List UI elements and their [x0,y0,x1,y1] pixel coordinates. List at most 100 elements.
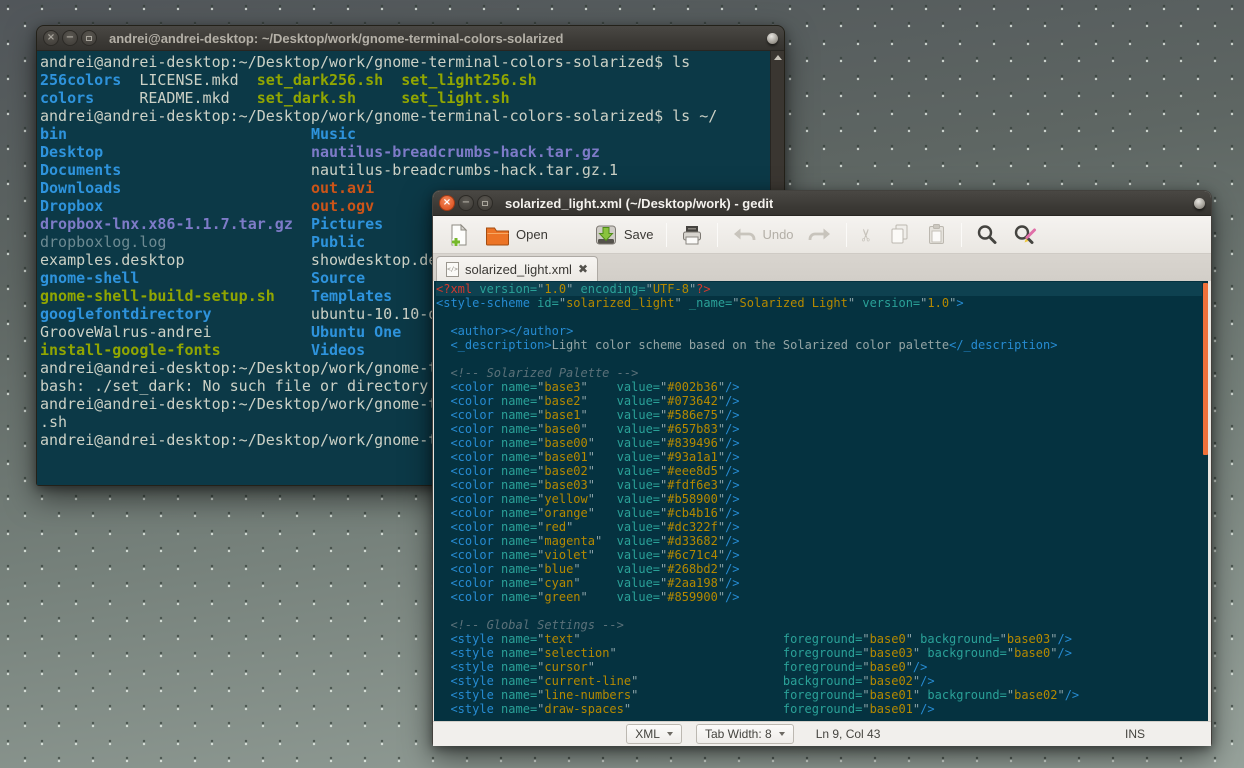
copy-icon [888,223,911,246]
code-line: <color name="red" value="#dc322f"/> [436,520,1208,534]
new-document-button[interactable] [441,219,477,251]
document-icon: </> [446,262,459,277]
save-button-label: Save [624,227,654,242]
titlebar-orb-icon [767,33,778,44]
code-line: <color name="green" value="#859900"/> [436,590,1208,604]
tab-width-selector[interactable]: Tab Width: 8 [696,724,794,744]
maximize-button[interactable] [477,195,493,211]
language-label: XML [635,727,660,741]
terminal-line: 256colors LICENSE.mkd set_dark256.sh set… [40,71,768,89]
code-line: <color name="yellow" value="#b58900"/> [436,492,1208,506]
find-button[interactable] [969,219,1004,250]
save-icon [594,223,618,247]
window-title: andrei@andrei-desktop: ~/Desktop/work/gn… [109,31,563,46]
save-button[interactable]: Save [588,219,660,251]
search-icon [975,223,998,246]
code-content: <?xml version="1.0" encoding="UTF-8"?><s… [436,282,1208,716]
code-line: <style-scheme id="solarized_light" _name… [436,296,1208,310]
window-title: solarized_light.xml (~/Desktop/work) - g… [505,196,773,211]
print-icon [680,223,704,247]
chevron-down-icon [667,732,673,736]
toolbar-separator [717,223,718,247]
paste-button[interactable] [919,219,954,250]
code-line: <color name="base1" value="#586e75"/> [436,408,1208,422]
terminal-line: andrei@andrei-desktop:~/Desktop/work/gno… [40,53,768,71]
scroll-up-icon[interactable] [774,55,782,60]
cut-button[interactable]: ✂ [854,221,880,249]
code-line: <color name="base03" value="#fdf6e3"/> [436,478,1208,492]
code-line: <style name="current-line" background="b… [436,674,1208,688]
open-button-label: Open [516,227,548,242]
code-line [436,310,1208,324]
maximize-button[interactable] [81,30,97,46]
code-line: <color name="base0" value="#657b83"/> [436,422,1208,436]
terminal-titlebar[interactable]: × − andrei@andrei-desktop: ~/Desktop/wor… [37,26,784,51]
redo-button[interactable] [802,221,839,248]
toolbar-separator [846,223,847,247]
code-line: <style name="draw-spaces" foreground="ba… [436,702,1208,716]
code-line [436,604,1208,618]
open-folder-icon [485,224,510,246]
terminal-line: Desktop nautilus-breadcrumbs-hack.tar.gz [40,143,768,161]
code-line: <color name="blue" value="#268bd2"/> [436,562,1208,576]
terminal-line: andrei@andrei-desktop:~/Desktop/work/gno… [40,107,768,125]
status-bar: XML Tab Width: 8 Ln 9, Col 43 INS [433,721,1211,746]
code-line: <style name="text" foreground="base0" ba… [436,632,1208,646]
desktop-wallpaper: × − andrei@andrei-desktop: ~/Desktop/wor… [0,0,1244,768]
code-line: <style name="line-numbers" foreground="b… [436,688,1208,702]
redo-icon [808,225,833,244]
code-line: <!-- Global Settings --> [436,618,1208,632]
code-line: <color name="violet" value="#6c71c4"/> [436,548,1208,562]
code-line: <_description>Light color scheme based o… [436,338,1208,352]
code-line [436,352,1208,366]
tab-close-icon[interactable]: ✖ [578,262,588,276]
new-document-icon [447,223,471,247]
chevron-down-icon [779,732,785,736]
find-replace-icon [1012,223,1037,246]
toolbar: Open Save [433,216,1211,254]
tab-bar: </> solarized_light.xml ✖ [433,254,1211,281]
open-dropdown-button[interactable] [556,231,576,239]
code-line: <style name="selection" foreground="base… [436,646,1208,660]
gedit-window: × − solarized_light.xml (~/Desktop/work)… [432,190,1212,746]
tab-label: solarized_light.xml [465,262,572,277]
replace-button[interactable] [1006,219,1043,250]
toolbar-separator [666,223,667,247]
code-line: <color name="base2" value="#073642"/> [436,394,1208,408]
code-line: <author></author> [436,324,1208,338]
undo-button-label: Undo [762,227,793,242]
gedit-titlebar[interactable]: × − solarized_light.xml (~/Desktop/work)… [433,191,1211,216]
minimize-button[interactable]: − [62,30,78,46]
code-line: <color name="cyan" value="#2aa198"/> [436,576,1208,590]
minimize-button[interactable]: − [458,195,474,211]
copy-button[interactable] [882,219,917,250]
code-line: <style name="cursor" foreground="base0"/… [436,660,1208,674]
language-selector[interactable]: XML [626,724,682,744]
code-line: <color name="orange" value="#cb4b16"/> [436,506,1208,520]
editor[interactable]: <?xml version="1.0" encoding="UTF-8"?><s… [434,281,1208,721]
code-line: <color name="base3" value="#002b36"/> [436,380,1208,394]
terminal-line: Documents nautilus-breadcrumbs-hack.tar.… [40,161,768,179]
code-line: <!-- Solarized Palette --> [436,366,1208,380]
code-line: <?xml version="1.0" encoding="UTF-8"?> [436,282,1202,296]
editor-scrollbar[interactable] [1203,283,1208,455]
code-line: <color name="base01" value="#93a1a1"/> [436,450,1208,464]
cut-icon: ✂ [857,227,877,241]
undo-icon [731,225,756,244]
input-mode-indicator: INS [1125,727,1145,741]
titlebar-orb-icon [1194,198,1205,209]
toolbar-separator [961,223,962,247]
code-line: <color name="base00" value="#839496"/> [436,436,1208,450]
undo-button[interactable]: Undo [725,221,799,248]
close-button[interactable]: × [43,30,59,46]
close-button[interactable]: × [439,195,455,211]
terminal-line: bin Music [40,125,768,143]
print-button[interactable] [674,219,710,251]
terminal-line: colors README.mkd set_dark.sh set_light.… [40,89,768,107]
tab-solarized-light-xml[interactable]: </> solarized_light.xml ✖ [436,256,598,281]
tab-width-label: Tab Width: 8 [705,727,772,741]
open-button[interactable]: Open [479,220,554,250]
code-line: <color name="magenta" value="#d33682"/> [436,534,1208,548]
paste-icon [925,223,948,246]
cursor-position: Ln 9, Col 43 [816,727,946,741]
